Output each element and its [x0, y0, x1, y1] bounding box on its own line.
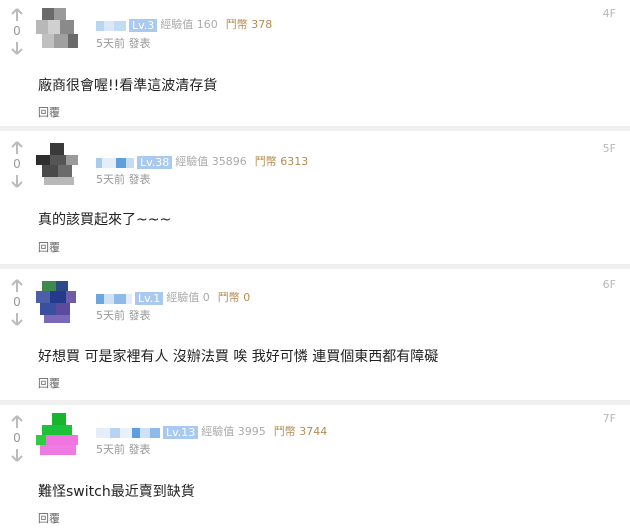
vote-widget: 0 — [9, 8, 25, 55]
arrow-up-icon[interactable] — [9, 8, 25, 22]
username[interactable] — [96, 156, 134, 169]
post-5f: 0 Lv.38 經驗值 35896 鬥幣 6313 5天前 發表 5F 真的該買起來… — [0, 131, 630, 264]
post-content: 真的該買起來了~~~ — [38, 212, 172, 228]
user-meta: Lv.13 經驗值 3995 鬥幣 3744 — [96, 423, 335, 439]
level-badge: Lv.3 — [129, 18, 158, 32]
exp-stat: 經驗值 0 — [166, 291, 210, 304]
coin-stat: 鬥幣 6313 — [254, 155, 309, 168]
username[interactable] — [96, 292, 132, 305]
floor-number: 7F — [602, 412, 616, 425]
username[interactable] — [96, 19, 126, 32]
vote-count: 0 — [13, 157, 21, 171]
vote-count: 0 — [13, 295, 21, 309]
post-time: 5天前 發表 — [96, 309, 151, 322]
post-7f: 0 Lv.13 經驗值 3995 鬥幣 3744 5天前 發表 7F 難怪switc… — [0, 405, 630, 531]
avatar[interactable] — [36, 8, 80, 52]
level-badge: Lv.13 — [163, 425, 199, 439]
post-content: 難怪switch最近賣到缺貨 — [38, 484, 195, 500]
coin-stat: 鬥幣 0 — [217, 291, 251, 304]
arrow-down-icon[interactable] — [9, 312, 25, 326]
user-meta: Lv.1 經驗值 0 鬥幣 0 — [96, 289, 258, 305]
post-time: 5天前 發表 — [96, 443, 151, 456]
vote-widget: 0 — [9, 415, 25, 462]
reply-button[interactable]: 回覆 — [38, 375, 60, 391]
post-time: 5天前 發表 — [96, 37, 151, 50]
arrow-up-icon[interactable] — [9, 279, 25, 293]
vote-count: 0 — [13, 24, 21, 38]
post-content: 好想買 可是家裡有人 沒辦法買 唉 我好可憐 連買個東西都有障礙 — [38, 349, 439, 365]
user-meta: Lv.38 經驗值 35896 鬥幣 6313 — [96, 153, 316, 169]
arrow-down-icon[interactable] — [9, 448, 25, 462]
vote-widget: 0 — [9, 279, 25, 326]
floor-number: 4F — [602, 7, 616, 20]
coin-stat: 鬥幣 3744 — [273, 425, 328, 438]
avatar[interactable] — [36, 281, 80, 325]
reply-button[interactable]: 回覆 — [38, 239, 60, 255]
arrow-down-icon[interactable] — [9, 41, 25, 55]
post-4f: 0 Lv.3 經驗值 160 鬥幣 378 5天前 發表 4F 廠商很會喔!!看準這… — [0, 0, 630, 127]
vote-widget: 0 — [9, 141, 25, 188]
level-badge: Lv.1 — [135, 291, 164, 305]
vote-count: 0 — [13, 431, 21, 445]
exp-stat: 經驗值 3995 — [201, 425, 266, 438]
post-time: 5天前 發表 — [96, 173, 151, 186]
avatar[interactable] — [36, 413, 80, 457]
reply-button[interactable]: 回覆 — [38, 510, 60, 526]
floor-number: 5F — [602, 142, 616, 155]
exp-stat: 經驗值 35896 — [175, 155, 247, 168]
post-content: 廠商很會喔!!看準這波清存貨 — [38, 78, 218, 94]
arrow-up-icon[interactable] — [9, 415, 25, 429]
reply-button[interactable]: 回覆 — [38, 104, 60, 120]
exp-stat: 經驗值 160 — [160, 18, 218, 31]
post-6f: 0 Lv.1 經驗值 0 鬥幣 0 5天前 發表 6F 好想買 可是家裡有人 沒辦法… — [0, 269, 630, 401]
floor-number: 6F — [602, 278, 616, 291]
arrow-up-icon[interactable] — [9, 141, 25, 155]
username[interactable] — [96, 426, 160, 439]
user-meta: Lv.3 經驗值 160 鬥幣 378 — [96, 16, 280, 32]
coin-stat: 鬥幣 378 — [225, 18, 273, 31]
avatar[interactable] — [36, 143, 80, 187]
level-badge: Lv.38 — [137, 155, 173, 169]
arrow-down-icon[interactable] — [9, 174, 25, 188]
